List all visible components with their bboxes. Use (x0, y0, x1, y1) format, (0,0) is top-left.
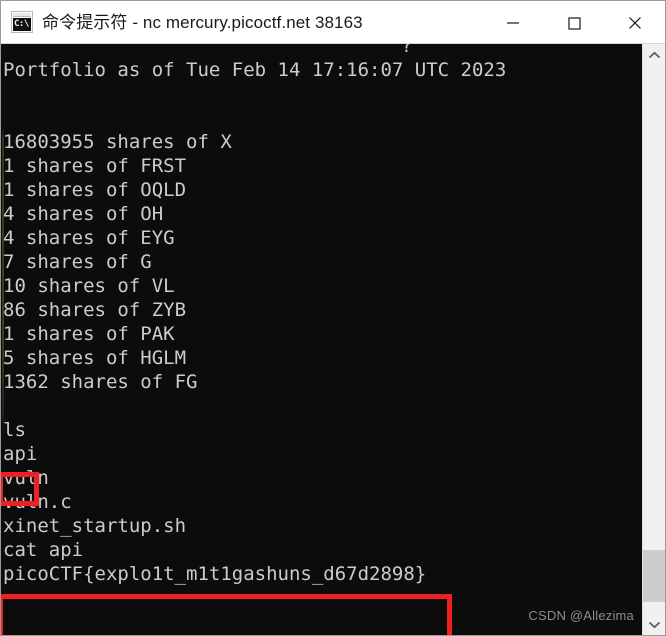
terminal-line-blank-3 (1, 394, 642, 418)
maximize-button[interactable] (543, 1, 604, 44)
terminal-line-share-fg: 1362 shares of FG (3, 371, 198, 393)
terminal-line-share-x: 16803955 shares of X (3, 131, 232, 153)
vertical-scrollbar[interactable] (642, 44, 665, 635)
cmd-console-icon: C:\ (11, 11, 33, 33)
terminal-line-share-oh: 4 shares of OH (3, 203, 164, 225)
window-titlebar[interactable]: C:\ 命令提示符 - nc mercury.picoctf.net 38163 (1, 1, 665, 44)
terminal-output-area[interactable]: ? Portfolio as of Tue Feb 14 17:16:07 UTC… (1, 44, 642, 635)
terminal-line-prompt-question: ? (401, 44, 413, 57)
cmd-window: C:\ 命令提示符 - nc mercury.picoctf.net 38163 (0, 0, 666, 636)
terminal-line-share-g: 7 shares of G (3, 251, 152, 273)
terminal-line-out-api: api (3, 443, 38, 465)
terminal-line-share-eyg: 4 shares of EYG (3, 227, 175, 249)
scrollbar-thumb[interactable] (643, 550, 665, 602)
terminal-line-portfolio-header: Portfolio as of Tue Feb 14 17:16:07 UTC … (3, 59, 507, 81)
icon-titlebar-strip (13, 13, 31, 17)
minimize-button[interactable] (482, 1, 543, 44)
terminal-line-share-oqld: 1 shares of OQLD (3, 179, 187, 201)
terminal-line-command-ls: ls (3, 419, 26, 441)
terminal-line-share-pak: 1 shares of PAK (3, 323, 175, 345)
close-button[interactable] (604, 1, 665, 44)
annotation-box-flag (1, 594, 452, 635)
terminal-line-share-vl: 10 shares of VL (3, 275, 175, 297)
terminal-line-out-vuln-c: vuln.c (3, 491, 72, 513)
terminal-line-share-frst: 1 shares of FRST (3, 155, 187, 177)
window-title: 命令提示符 - nc mercury.picoctf.net 38163 (42, 12, 363, 32)
csdn-watermark: CSDN @Allezima (528, 608, 634, 623)
terminal-line-out-xinet: xinet_startup.sh (3, 515, 187, 537)
terminal-lines: ? Portfolio as of Tue Feb 14 17:16:07 UTC… (1, 44, 642, 586)
terminal-line-share-hglm: 5 shares of HGLM (3, 347, 187, 369)
terminal-line-blank-2 (1, 106, 642, 130)
scroll-up-arrow-icon[interactable] (643, 44, 665, 66)
terminal-line-share-zyb: 86 shares of ZYB (3, 299, 187, 321)
terminal-line-blank-1 (1, 82, 642, 106)
terminal-line-out-vuln: vuln (3, 467, 49, 489)
scroll-down-arrow-icon[interactable] (643, 613, 665, 635)
icon-prompt-glyph: C:\ (13, 18, 31, 31)
terminal-line-command-cat-api: cat api (3, 539, 84, 561)
terminal-line-flag-output: picoCTF{explo1t_m1t1gashuns_d67d2898} (3, 563, 427, 585)
window-controls (482, 1, 665, 44)
